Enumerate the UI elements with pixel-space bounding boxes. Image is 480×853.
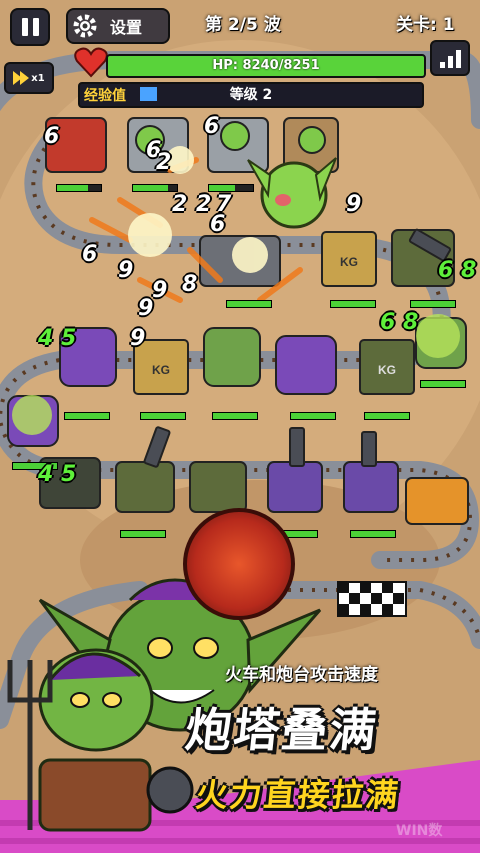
promo-subheadline: 火力直接拉满 <box>193 776 402 814</box>
unit-health-bar <box>56 184 102 192</box>
damage-number: 6 <box>204 114 220 139</box>
unit-health-bar <box>226 300 272 308</box>
unit-health-bar <box>290 412 336 420</box>
speed-toggle-button[interactable]: x1 <box>4 62 54 94</box>
unit-health-bar <box>208 184 254 192</box>
wave-counter: 第 2/5 波 <box>205 15 281 35</box>
damage-number: 9 <box>346 192 362 217</box>
damage-number: 9 <box>138 296 154 321</box>
damage-number: 4 5 <box>38 326 77 351</box>
unit-health-bar <box>364 412 410 420</box>
unit-health-bar <box>140 412 186 420</box>
settings-label: 设置 <box>110 18 143 37</box>
unit-health-bar <box>350 530 396 538</box>
unit-health-bar <box>120 530 166 538</box>
hp-bar: HP: 8240/8251 <box>106 54 426 78</box>
heart-icon <box>74 47 108 78</box>
damage-number: 6 <box>82 242 98 267</box>
unit-health-bar <box>420 380 466 388</box>
damage-number: 2 <box>156 150 172 175</box>
damage-number: 6 8 <box>380 310 419 335</box>
kg-crate-label: KG <box>378 363 396 377</box>
damage-number: 6 8 <box>438 258 477 283</box>
speed-label: x1 <box>31 72 45 84</box>
damage-number: 6 <box>210 212 226 237</box>
finish-line-flag <box>337 581 407 617</box>
damage-number: 2 <box>172 192 188 217</box>
boost-button[interactable] <box>183 508 295 620</box>
unit-health-bar <box>132 184 178 192</box>
damage-number: 6 <box>44 124 60 149</box>
settings-button[interactable]: 设置 <box>66 8 170 44</box>
damage-number: 4 5 <box>38 462 77 487</box>
promo-headline: 炮塔叠满 <box>182 703 381 757</box>
xp-bar: 经验值 等级 2 <box>78 82 424 108</box>
unit-health-bar <box>410 300 456 308</box>
kg-crate-label: KG <box>340 255 358 269</box>
pause-button[interactable] <box>10 8 50 46</box>
player-level: 等级 2 <box>229 87 273 103</box>
damage-number: 8 <box>182 272 198 297</box>
kg-crate-label: KG <box>152 363 170 377</box>
damage-number: 9 <box>152 278 168 303</box>
unit-health-bar <box>330 300 376 308</box>
damage-number: 9 <box>130 326 146 351</box>
gear-icon <box>73 14 97 38</box>
game-scene: KG KG KG 设置 第 2/5 波 关卡: 1 x1 HP: 8240/82… <box>0 0 480 853</box>
hp-text: HP: 8240/8251 <box>212 58 320 73</box>
stats-button[interactable] <box>430 40 470 76</box>
damage-number: 9 <box>118 258 134 283</box>
unit-health-bar <box>64 412 110 420</box>
watermark: WIN数 <box>396 823 443 839</box>
unit-health-bar <box>212 412 258 420</box>
promo-description: 火车和炮台攻击速度 <box>225 665 378 685</box>
stage-level: 关卡: 1 <box>396 15 455 35</box>
